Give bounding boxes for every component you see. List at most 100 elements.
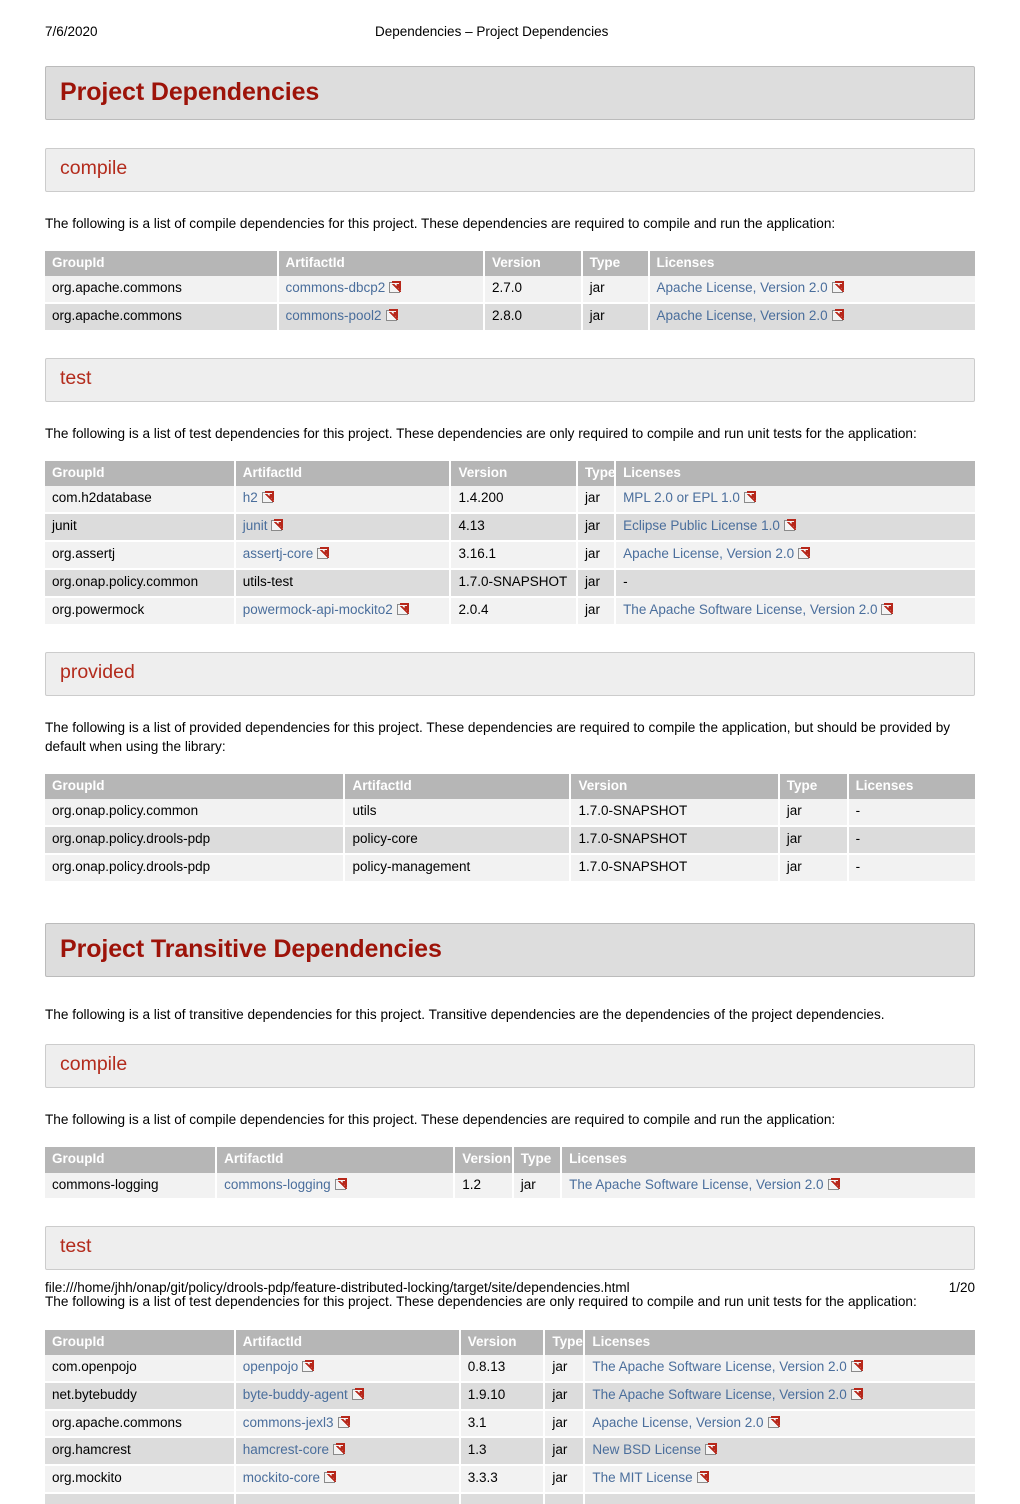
table-row: com.h2database h2 1.4.200 jar MPL 2.0 or EPL… — [45, 486, 975, 515]
cell-type: jar — [544, 1465, 586, 1495]
table-row: org.apache.commons commons-pool2 2.8.0 jar A… — [45, 303, 975, 333]
license-link[interactable]: The Apache Software License, Version 2.0 — [569, 1177, 823, 1192]
column-header-artifactid: ArtifactId — [216, 1147, 456, 1173]
cell-artifact-id[interactable]: assertj-core — [234, 541, 452, 570]
cell-license: - — [615, 569, 975, 598]
cell-license[interactable]: The MIT License — [584, 1465, 975, 1495]
cell-type: jar — [778, 799, 849, 828]
cell-clipped — [459, 1493, 546, 1504]
cell-artifact-id[interactable]: h2 — [234, 486, 452, 515]
column-header-groupid: GroupId — [45, 251, 279, 277]
cell-license[interactable]: The Apache Software License, Version 2.0 — [561, 1172, 975, 1201]
cell-license[interactable]: Apache License, Version 2.0 — [584, 1409, 975, 1439]
cell-artifact-id[interactable]: powermock-api-mockito2 — [234, 596, 452, 626]
cell-artifact-id: utils-test — [234, 569, 452, 598]
table-row: org.apache.commons commons-dbcp2 2.7.0 jar A… — [45, 276, 975, 305]
dependency-table-transitive-compile: GroupId ArtifactId Version Type Licenses comm… — [45, 1147, 975, 1201]
cell-type: jar — [512, 1172, 563, 1201]
artifact-id-link[interactable]: openpojo — [243, 1359, 299, 1374]
external-link-icon — [351, 1388, 364, 1400]
license-link[interactable]: Eclipse Public License 1.0 — [623, 518, 780, 533]
table-row: com.openpojo openpojo 0.8.13 jar The Apache … — [45, 1354, 975, 1383]
license-link[interactable]: The Apache Software License, Version 2.0 — [623, 602, 877, 617]
column-header-type: Type — [581, 251, 650, 277]
license-link[interactable]: Apache License, Version 2.0 — [657, 280, 828, 295]
column-header-version: Version — [483, 251, 583, 277]
artifact-id-link[interactable]: h2 — [243, 490, 258, 505]
column-header-licenses: Licenses — [561, 1147, 975, 1173]
artifact-id-link[interactable]: commons-jexl3 — [243, 1415, 334, 1430]
cell-artifact-id[interactable]: openpojo — [234, 1354, 461, 1383]
artifact-id-link[interactable]: commons-pool2 — [286, 308, 382, 323]
license-link[interactable]: The Apache Software License, Version 2.0 — [592, 1359, 846, 1374]
cell-artifact-id[interactable]: commons-jexl3 — [234, 1409, 461, 1439]
license-link[interactable]: Apache License, Version 2.0 — [657, 308, 828, 323]
cell-clipped — [544, 1493, 586, 1504]
cell-artifact-id[interactable]: byte-buddy-agent — [234, 1381, 461, 1411]
external-link-icon — [324, 1472, 336, 1484]
artifact-id-link[interactable]: byte-buddy-agent — [243, 1387, 348, 1402]
subsection-description: The following is a list of test dependen… — [45, 425, 917, 441]
subsection-title: compile — [60, 1053, 128, 1076]
license-link[interactable]: New BSD License — [592, 1442, 701, 1457]
artifact-id-text: policy-management — [352, 859, 471, 875]
cell-type: jar — [544, 1437, 586, 1467]
cell-artifact-id[interactable]: commons-pool2 — [277, 303, 485, 333]
cell-artifact-id[interactable]: commons-dbcp2 — [277, 276, 485, 305]
license-link[interactable]: The Apache Software License, Version 2.0 — [592, 1387, 846, 1402]
artifact-id-text: utils — [352, 803, 377, 819]
artifact-id-link[interactable]: assertj-core — [243, 546, 314, 561]
cell-artifact-id[interactable]: junit — [234, 513, 452, 543]
external-link-icon — [271, 520, 284, 532]
cell-version: 1.2 — [454, 1172, 514, 1201]
cell-license[interactable]: Eclipse Public License 1.0 — [615, 513, 975, 543]
cell-license[interactable]: MPL 2.0 or EPL 1.0 — [615, 486, 975, 515]
license-link[interactable]: The MIT License — [592, 1470, 692, 1485]
artifact-id-link[interactable]: commons-logging — [224, 1177, 331, 1192]
artifact-id-link[interactable]: hamcrest-core — [243, 1442, 329, 1457]
artifact-id-link[interactable]: powermock-api-mockito2 — [243, 602, 393, 617]
artifact-id-text: utils-test — [242, 574, 293, 589]
external-link-icon — [385, 310, 398, 322]
cell-group-id: org.onap.policy.common — [45, 799, 346, 828]
cell-type: jar — [778, 826, 849, 856]
license-link[interactable]: Apache License, Version 2.0 — [592, 1415, 763, 1430]
cell-artifact-id[interactable]: hamcrest-core — [234, 1437, 461, 1467]
cell-license[interactable]: Apache License, Version 2.0 — [648, 276, 975, 305]
artifact-id-link[interactable]: junit — [243, 518, 268, 533]
subsection-banner-transitive-test: test — [45, 1226, 975, 1271]
subsection-description: The following is a list of compile depen… — [45, 215, 836, 231]
cell-license[interactable]: The Apache Software License, Version 2.0 — [615, 596, 975, 626]
license-link[interactable]: Apache License, Version 2.0 — [623, 546, 794, 561]
cell-version: 1.3 — [459, 1437, 546, 1467]
cell-artifact-id[interactable]: mockito-core — [234, 1465, 461, 1495]
cell-license[interactable]: Apache License, Version 2.0 — [648, 303, 975, 333]
artifact-id-link[interactable]: commons-dbcp2 — [286, 280, 386, 295]
cell-artifact-id[interactable]: commons-logging — [216, 1172, 456, 1201]
cell-group-id: junit — [45, 513, 236, 543]
cell-artifact-id: policy-management — [344, 854, 572, 883]
section-title: Project Dependencies — [60, 78, 320, 106]
table-row: org.onap.policy.drools-pdp policy-managem… — [45, 854, 975, 883]
cell-group-id: net.bytebuddy — [45, 1381, 236, 1411]
table-row: org.mockito mockito-core 3.3.3 jar The MIT L… — [45, 1465, 975, 1495]
print-footer: file:///home/jhh/onap/git/policy/drools-… — [45, 1278, 975, 1296]
column-header-licenses: Licenses — [584, 1329, 975, 1355]
cell-license[interactable]: The Apache Software License, Version 2.0 — [584, 1381, 975, 1411]
column-header-groupid: GroupId — [45, 461, 236, 487]
cell-license[interactable]: The Apache Software License, Version 2.0 — [584, 1354, 975, 1383]
column-header-licenses: Licenses — [847, 774, 975, 800]
cell-license[interactable]: New BSD License — [584, 1437, 975, 1467]
cell-license[interactable]: Apache License, Version 2.0 — [615, 541, 975, 570]
artifact-id-link[interactable]: mockito-core — [243, 1470, 320, 1485]
license-link[interactable]: MPL 2.0 or EPL 1.0 — [623, 490, 740, 505]
cell-group-id: org.powermock — [45, 596, 236, 626]
cell-license: - — [847, 826, 975, 856]
cell-version: 1.4.200 — [450, 486, 578, 515]
